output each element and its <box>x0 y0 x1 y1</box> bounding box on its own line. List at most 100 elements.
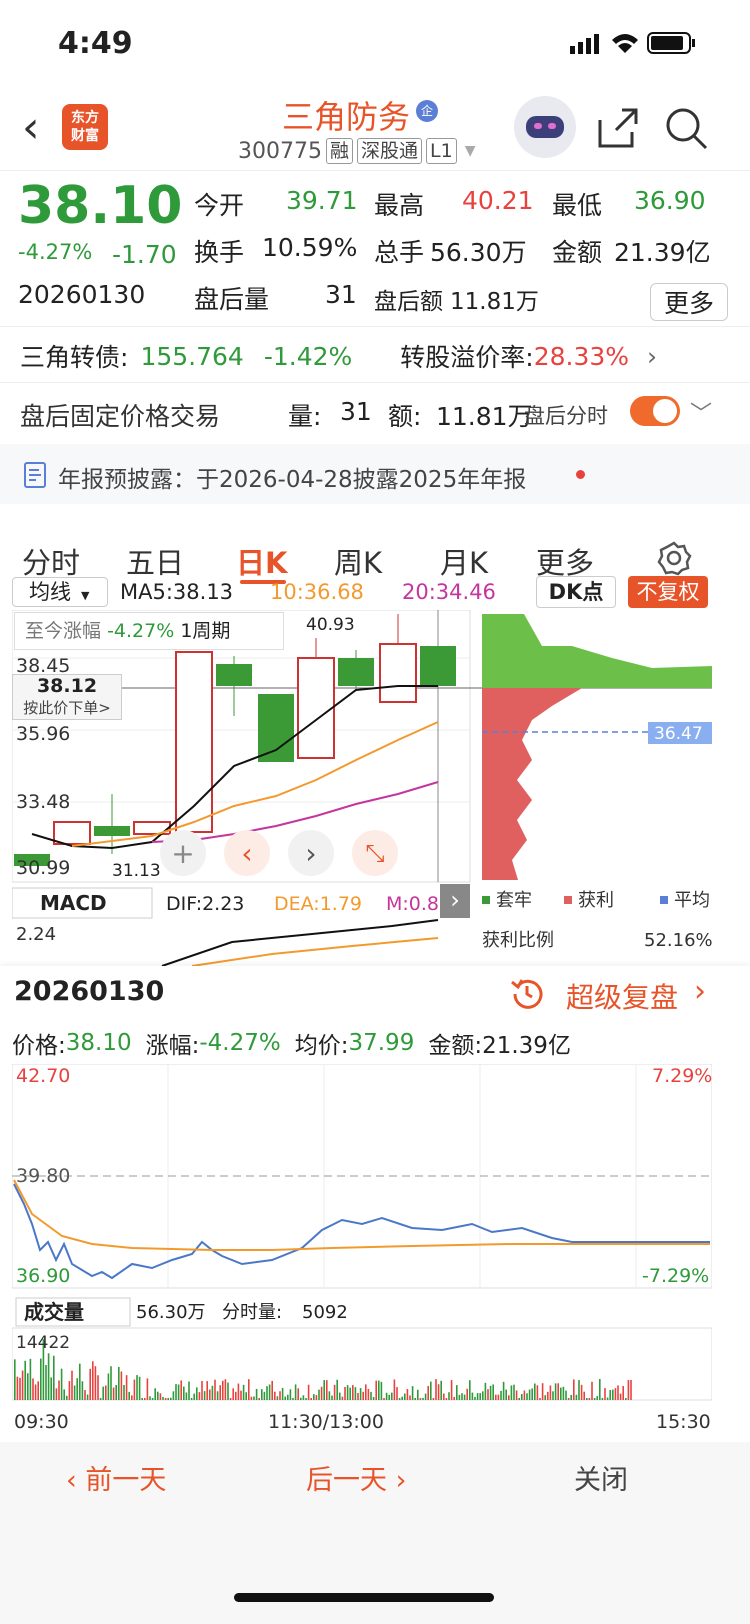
volume-bar <box>315 1395 318 1400</box>
volume-bar <box>419 1398 422 1400</box>
tab-five-day[interactable]: 五日 <box>126 540 184 582</box>
volume-bar <box>344 1386 346 1400</box>
chevron-right-icon: › <box>647 341 658 371</box>
volume-bar <box>55 1388 58 1400</box>
status-icons <box>570 30 700 56</box>
volume-bar <box>276 1396 279 1400</box>
low-value: 36.90 <box>634 186 706 215</box>
volume-bar <box>146 1378 149 1400</box>
volume-bar <box>162 1396 164 1400</box>
open-label: 今开 <box>194 191 245 220</box>
volume-bar <box>450 1380 453 1400</box>
replay-chevron-icon[interactable]: › <box>694 974 706 1009</box>
after-hours-amt: 11.81万 <box>436 402 533 431</box>
volume-bar <box>328 1391 331 1400</box>
history-icon[interactable] <box>510 976 544 1010</box>
pan-right-icon[interactable]: › <box>288 830 334 876</box>
volume-bar <box>92 1361 94 1400</box>
open-value: 39.71 <box>286 186 358 215</box>
volume-bar <box>63 1389 65 1400</box>
convertible-bond-row[interactable]: 三角转债: 155.764 -1.42% 转股溢价率: 28.33% › <box>20 338 740 374</box>
volume-bar <box>383 1398 385 1400</box>
volume-bar <box>497 1394 500 1400</box>
volume-bar <box>583 1391 585 1400</box>
volume-bar <box>86 1394 89 1400</box>
volume-bar <box>242 1384 245 1400</box>
volume-bar <box>268 1384 271 1400</box>
enterprise-badge: 企 <box>416 100 438 122</box>
more-button[interactable]: 更多 <box>650 283 728 321</box>
chevron-down-icon[interactable]: ▼ <box>465 143 476 159</box>
volume-bar <box>266 1386 268 1400</box>
after-hours-toggle[interactable] <box>630 396 680 426</box>
volume-bar <box>219 1385 221 1400</box>
volume-bar <box>274 1391 276 1400</box>
volume-bar <box>557 1383 559 1400</box>
volume-bar <box>326 1380 328 1400</box>
super-replay-link[interactable]: 超级复盘 <box>566 976 678 1016</box>
no-adjust-button[interactable]: 不复权 <box>628 576 708 608</box>
gear-icon[interactable] <box>656 540 692 576</box>
kline-low-mark: 31.13 <box>112 861 161 881</box>
after-amt-label: 盘后额 <box>374 289 443 315</box>
volume-bar <box>310 1398 312 1400</box>
tab-weekly-k[interactable]: 周K <box>334 540 382 582</box>
volume-bar <box>372 1397 375 1400</box>
volume-bar <box>320 1386 323 1400</box>
kline-chart[interactable]: 38.45 35.96 33.48 30.99 40.93 31.13 36.4… <box>12 610 712 966</box>
volume-bar <box>357 1392 359 1400</box>
volume-bar <box>105 1385 107 1400</box>
volume-bar <box>120 1371 123 1400</box>
app-logo: 东方 财富 <box>62 104 108 150</box>
dk-point-button[interactable]: DK点 <box>536 576 616 608</box>
back-icon[interactable]: ‹ <box>22 102 40 153</box>
volume-bar <box>484 1382 487 1400</box>
volume-bar <box>237 1383 240 1400</box>
ma-select[interactable]: 均线 ▼ <box>12 577 108 607</box>
ma5-value: MA5:38.13 <box>120 580 234 604</box>
volume-bar <box>565 1390 567 1400</box>
volume-value: 56.30万 <box>430 238 527 267</box>
volume-bar <box>203 1391 206 1400</box>
volume-bar <box>627 1380 630 1400</box>
volume-bar <box>521 1394 523 1400</box>
assistant-avatar[interactable] <box>514 96 576 158</box>
intraday-chart[interactable]: 42.70 39.80 36.90 7.29% -7.29% 成交量 56.30… <box>12 1064 712 1440</box>
add-icon[interactable]: + <box>160 830 206 876</box>
volume-bar <box>21 1370 24 1400</box>
search-icon[interactable] <box>664 106 708 150</box>
stock-code: 300775 <box>238 138 322 164</box>
ma20-value: 20:34.46 <box>402 580 496 604</box>
volume-bar <box>466 1388 468 1400</box>
volume-label: 总手 <box>374 238 425 267</box>
tab-daily-k[interactable]: 日K <box>236 540 287 582</box>
volume-total: 56.30万 <box>136 1302 206 1323</box>
amount-value: 21.39亿 <box>614 238 711 267</box>
volume-bar <box>513 1384 515 1400</box>
volume-bar <box>492 1384 494 1400</box>
volume-bar <box>552 1391 554 1400</box>
after-hours-vol-label: 量: <box>288 402 322 431</box>
pan-left-icon[interactable]: ‹ <box>224 830 270 876</box>
tab-monthly-k[interactable]: 月K <box>440 540 488 582</box>
expand-icon[interactable]: ⤡ <box>352 830 398 876</box>
macd-select[interactable]: MACD <box>40 891 107 915</box>
share-icon[interactable] <box>596 106 640 150</box>
range-change-box[interactable]: 至今涨幅 -4.27% 1周期 <box>14 612 284 650</box>
next-day-button[interactable]: 后一天 › <box>306 1458 406 1497</box>
volume-select[interactable]: 成交量 <box>24 1300 84 1324</box>
close-button[interactable]: 关闭 <box>574 1458 628 1497</box>
tab-intraday[interactable]: 分时 <box>22 540 80 582</box>
amount-label: 金额 <box>552 238 603 267</box>
volume-bar <box>427 1385 429 1400</box>
volume-bar <box>531 1388 533 1400</box>
cursor-price-box[interactable]: 38.12 按此价下单> <box>12 674 122 720</box>
panel-toggle-icon[interactable]: › <box>440 884 470 918</box>
volume-bar <box>619 1393 622 1400</box>
expand-chevron-icon[interactable]: ﹀ <box>690 396 712 428</box>
stock-name[interactable]: 三角防务 <box>282 92 410 138</box>
range-period: 1周期 <box>180 620 231 642</box>
prev-day-button[interactable]: ‹ 前一天 <box>66 1458 166 1497</box>
volume-bar <box>229 1398 232 1400</box>
volume-bar <box>378 1380 380 1400</box>
